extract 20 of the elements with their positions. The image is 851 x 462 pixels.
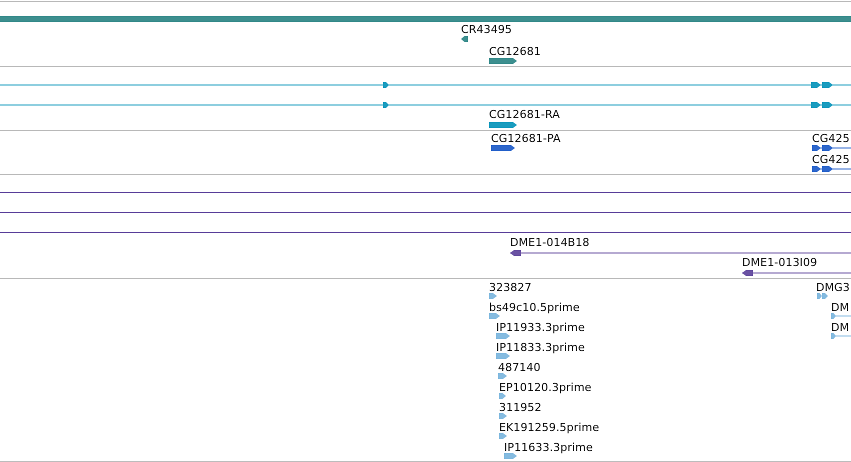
feature-label: 311952 xyxy=(499,401,542,414)
feature-label: CR43495 xyxy=(461,23,512,36)
feature-label: IP11833.3prime xyxy=(496,341,585,354)
feature-label: CG12681 xyxy=(489,45,541,58)
feature-label: DME1-014B18 xyxy=(510,236,590,249)
feature-label: IP11933.3prime xyxy=(496,321,585,334)
feature-label: 323827 xyxy=(489,281,532,294)
feature-label: CG12681-PA xyxy=(491,132,561,145)
feature-label: DM xyxy=(831,321,850,334)
feature-label: 487140 xyxy=(498,361,541,374)
feature-label: CG425 xyxy=(812,132,850,145)
feature-label: DMG3 xyxy=(816,281,850,294)
feature-label: DM xyxy=(831,301,850,314)
feature-label: IP11633.3prime xyxy=(504,441,593,454)
feature-label: DME1-013I09 xyxy=(742,256,818,269)
feature-label: EK191259.5prime xyxy=(499,421,600,434)
feature-label: bs49c10.5prime xyxy=(489,301,580,314)
feature-label: CG12681-RA xyxy=(489,108,560,121)
feature-label: CG425 xyxy=(812,153,850,166)
feature-label: EP10120.3prime xyxy=(499,381,592,394)
